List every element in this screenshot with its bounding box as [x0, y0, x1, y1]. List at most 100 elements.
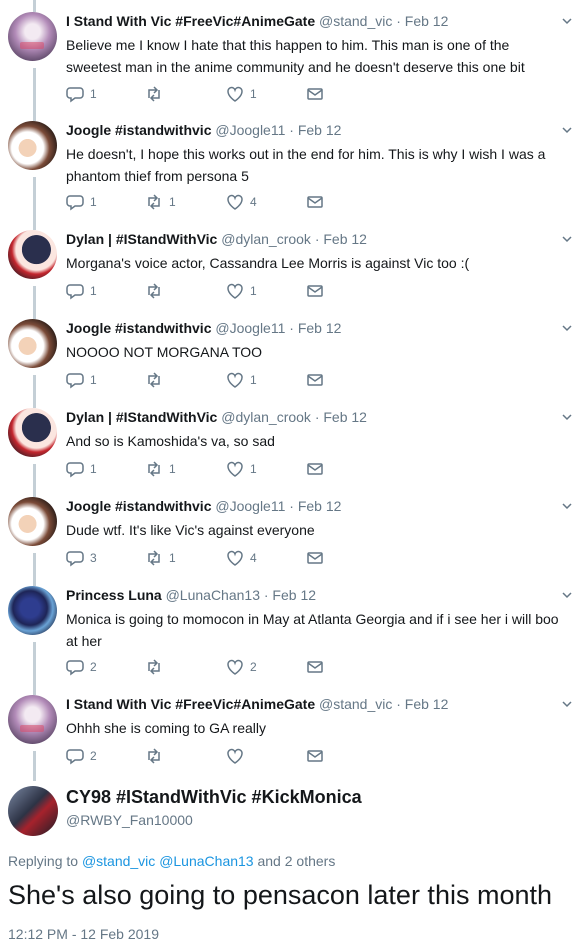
- like-button[interactable]: 4: [226, 548, 257, 568]
- reply-button[interactable]: 2: [66, 746, 97, 766]
- retweet-count: 1: [169, 195, 176, 209]
- like-count: 1: [250, 87, 257, 101]
- retweet-button[interactable]: [145, 281, 169, 301]
- like-button[interactable]: [226, 746, 250, 766]
- retweet-button[interactable]: [145, 370, 169, 390]
- retweet-icon: [148, 461, 160, 477]
- display-name[interactable]: Joogle #istandwithvic: [66, 122, 211, 138]
- avatar[interactable]: [8, 121, 57, 170]
- reply-tweet[interactable]: Dylan | #IStandWithVic @dylan_crook · Fe…: [0, 230, 586, 308]
- dm-button[interactable]: [306, 84, 324, 104]
- reply-tweet[interactable]: Joogle #istandwithvic @Joogle11 · Feb 12…: [0, 497, 586, 575]
- reply-button[interactable]: 1: [66, 459, 97, 479]
- timestamp[interactable]: 12:12 PM - 12 Feb 2019: [8, 926, 159, 940]
- action-bar: 2 2: [66, 657, 386, 677]
- reply-tweet[interactable]: Joogle #istandwithvic @Joogle11 · Feb 12…: [0, 121, 586, 219]
- reply-button[interactable]: 1: [66, 370, 97, 390]
- retweet-icon: [148, 372, 160, 388]
- display-name[interactable]: Dylan | #IStandWithVic: [66, 231, 217, 247]
- handle-date[interactable]: @dylan_crook · Feb 12: [221, 409, 367, 425]
- reply-tweet[interactable]: I Stand With Vic #FreeVic#AnimeGate @sta…: [0, 695, 586, 773]
- mail-icon: [307, 463, 323, 475]
- retweet-button[interactable]: 1: [145, 459, 176, 479]
- reply-icon: [66, 551, 84, 567]
- chevron-down-icon[interactable]: [562, 590, 572, 600]
- avatar[interactable]: [8, 586, 57, 635]
- retweet-icon: [148, 748, 160, 764]
- handle-date[interactable]: @Joogle11 · Feb 12: [215, 122, 341, 138]
- reply-button[interactable]: 1: [66, 192, 97, 212]
- display-name[interactable]: Dylan | #IStandWithVic: [66, 409, 217, 425]
- dm-button[interactable]: [306, 657, 324, 677]
- retweet-button[interactable]: [145, 746, 169, 766]
- like-count: 4: [250, 195, 257, 209]
- avatar[interactable]: [8, 497, 57, 546]
- avatar[interactable]: [8, 695, 57, 744]
- user-handle[interactable]: @RWBY_Fan10000: [66, 812, 193, 828]
- like-button[interactable]: 2: [226, 657, 257, 677]
- retweet-button[interactable]: [145, 84, 169, 104]
- reply-button[interactable]: 1: [66, 281, 97, 301]
- dm-button[interactable]: [306, 281, 324, 301]
- display-name[interactable]: I Stand With Vic #FreeVic#AnimeGate: [66, 696, 315, 712]
- thread-line: [33, 0, 36, 12]
- chevron-down-icon[interactable]: [562, 16, 572, 26]
- reply-icon: [66, 660, 84, 676]
- display-name[interactable]: Princess Luna: [66, 587, 162, 603]
- dm-button[interactable]: [306, 192, 324, 212]
- others-link[interactable]: and 2 others: [257, 853, 335, 869]
- heart-icon: [227, 461, 243, 477]
- display-name[interactable]: Joogle #istandwithvic: [66, 498, 211, 514]
- dm-button[interactable]: [306, 548, 324, 568]
- mention-link[interactable]: @LunaChan13: [159, 853, 253, 869]
- handle-date[interactable]: @stand_vic · Feb 12: [319, 696, 448, 712]
- handle-date[interactable]: @Joogle11 · Feb 12: [215, 498, 341, 514]
- tweet-text: And so is Kamoshida's va, so sad: [66, 433, 275, 449]
- retweet-icon: [148, 550, 160, 566]
- reply-count: 1: [90, 87, 97, 101]
- avatar[interactable]: [8, 230, 57, 279]
- chevron-down-icon[interactable]: [562, 234, 572, 244]
- chevron-down-icon[interactable]: [562, 412, 572, 422]
- chevron-down-icon[interactable]: [562, 501, 572, 511]
- like-button[interactable]: 1: [226, 84, 257, 104]
- like-button[interactable]: 1: [226, 281, 257, 301]
- avatar[interactable]: [8, 408, 57, 457]
- like-button[interactable]: 4: [226, 192, 257, 212]
- chevron-down-icon[interactable]: [562, 125, 572, 135]
- like-button[interactable]: 1: [226, 459, 257, 479]
- retweet-button[interactable]: [145, 657, 169, 677]
- action-bar: 1 1: [66, 84, 386, 104]
- avatar[interactable]: [8, 786, 58, 836]
- handle-date[interactable]: @stand_vic · Feb 12: [319, 13, 448, 29]
- heart-icon: [227, 372, 243, 388]
- handle-date[interactable]: @Joogle11 · Feb 12: [215, 320, 341, 336]
- retweet-count: 1: [169, 551, 176, 565]
- reply-icon: [66, 87, 84, 103]
- reply-tweet[interactable]: Dylan | #IStandWithVic @dylan_crook · Fe…: [0, 408, 586, 486]
- handle-date[interactable]: @dylan_crook · Feb 12: [221, 231, 367, 247]
- handle-date[interactable]: @LunaChan13 · Feb 12: [166, 587, 316, 603]
- display-name[interactable]: CY98 #IStandWithVic #KickMonica: [66, 787, 362, 808]
- display-name[interactable]: Joogle #istandwithvic: [66, 320, 211, 336]
- reply-button[interactable]: 1: [66, 84, 97, 104]
- mail-icon: [307, 750, 323, 762]
- avatar[interactable]: [8, 12, 57, 61]
- reply-button[interactable]: 2: [66, 657, 97, 677]
- action-bar: 3 1 4: [66, 548, 386, 568]
- mention-link[interactable]: @stand_vic: [82, 853, 155, 869]
- reply-tweet[interactable]: Princess Luna @LunaChan13 · Feb 12 Monic…: [0, 586, 586, 684]
- retweet-button[interactable]: 1: [145, 548, 176, 568]
- display-name[interactable]: I Stand With Vic #FreeVic#AnimeGate: [66, 13, 315, 29]
- dm-button[interactable]: [306, 459, 324, 479]
- avatar[interactable]: [8, 319, 57, 368]
- retweet-button[interactable]: 1: [145, 192, 176, 212]
- reply-button[interactable]: 3: [66, 548, 97, 568]
- reply-tweet[interactable]: I Stand With Vic #FreeVic#AnimeGate @sta…: [0, 12, 586, 110]
- dm-button[interactable]: [306, 746, 324, 766]
- dm-button[interactable]: [306, 370, 324, 390]
- like-button[interactable]: 1: [226, 370, 257, 390]
- chevron-down-icon[interactable]: [562, 699, 572, 709]
- chevron-down-icon[interactable]: [562, 323, 572, 333]
- reply-tweet[interactable]: Joogle #istandwithvic @Joogle11 · Feb 12…: [0, 319, 586, 397]
